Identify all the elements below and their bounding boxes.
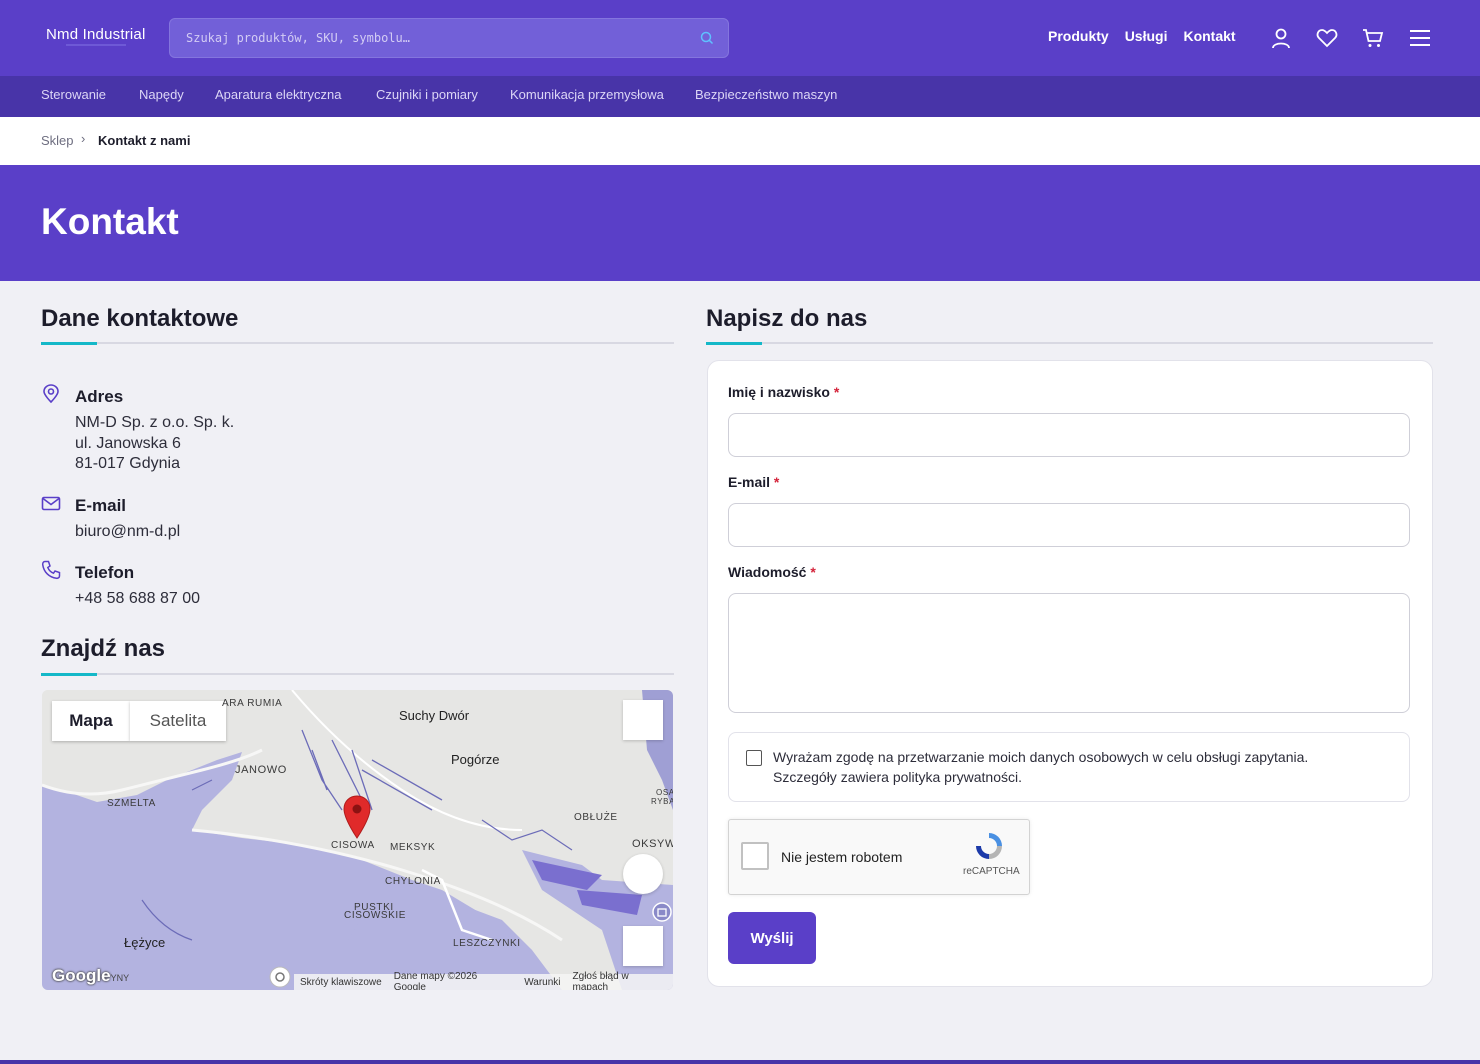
category-napedy[interactable]: Napędy bbox=[139, 87, 184, 102]
address-line-2: ul. Janowska 6 bbox=[75, 435, 181, 452]
name-field-label: Imię i nazwisko * bbox=[728, 384, 840, 400]
contact-section-rule bbox=[41, 342, 674, 344]
recaptcha-logo-icon bbox=[976, 833, 1002, 859]
map-place-cisowa: CISOWA bbox=[331, 840, 375, 851]
email-field-label: E-mail * bbox=[728, 474, 780, 490]
google-logo: GoogleYNY bbox=[52, 966, 130, 985]
map-place-rumia: ARA RUMIA bbox=[222, 698, 283, 709]
category-sterowanie[interactable]: Sterowanie bbox=[41, 87, 106, 102]
map-place-leszczynki: LESZCZYNKI bbox=[453, 938, 521, 949]
museum-icon bbox=[652, 902, 672, 922]
map-keyboard-shortcuts-link[interactable]: Skróty klawiszowe bbox=[300, 977, 382, 988]
search-input[interactable] bbox=[170, 19, 690, 57]
map-section-rule bbox=[41, 673, 674, 675]
address-label: Adres bbox=[75, 387, 124, 406]
map-section-title: Znajdź nas bbox=[41, 635, 166, 662]
map-section-accent bbox=[41, 673, 97, 676]
map-type-satellite-button[interactable]: Satelita bbox=[130, 701, 226, 741]
map-terms-link[interactable]: Warunki bbox=[524, 977, 560, 988]
map-tools-icon[interactable] bbox=[269, 966, 291, 988]
map-place-suchy-dwor: Suchy Dwór bbox=[399, 708, 470, 723]
map-place-oksywie: OKSYW bbox=[632, 838, 673, 850]
address-line-1: NM-D Sp. z o.o. Sp. k. bbox=[75, 414, 235, 431]
email-input[interactable] bbox=[728, 503, 1410, 547]
location-pin-icon bbox=[43, 384, 59, 404]
category-bar: Sterowanie Napędy Aparatura elektryczna … bbox=[0, 76, 1480, 117]
search-bar bbox=[169, 18, 729, 58]
breadcrumb-home[interactable]: Sklep bbox=[41, 133, 74, 148]
page-title: Kontakt bbox=[41, 201, 179, 242]
consent-box: Wyrażam zgodę na przetwarzanie moich dan… bbox=[728, 732, 1410, 802]
form-section-accent bbox=[706, 342, 762, 345]
main-nav: Produkty Usługi Kontakt bbox=[1048, 28, 1236, 44]
recaptcha-checkbox[interactable] bbox=[741, 842, 769, 870]
map-place-osa: OSA bbox=[656, 788, 673, 797]
fullscreen-button[interactable] bbox=[623, 700, 663, 740]
user-icon[interactable] bbox=[1270, 27, 1292, 49]
footer-edge bbox=[0, 1060, 1480, 1064]
map-place-lezyce: Łężyce bbox=[124, 935, 166, 950]
nav-uslugi[interactable]: Usługi bbox=[1125, 28, 1168, 44]
nav-produkty[interactable]: Produkty bbox=[1048, 28, 1109, 44]
message-textarea[interactable] bbox=[728, 593, 1410, 713]
map-place-cisowskie: CISOWSKIE bbox=[344, 910, 407, 921]
street-view-button[interactable] bbox=[623, 854, 663, 894]
submit-button[interactable]: Wyślij bbox=[728, 912, 816, 964]
page-hero: Kontakt bbox=[0, 165, 1480, 281]
map-place-chylonia: CHYLONIA bbox=[385, 876, 441, 887]
map-footer: Skróty klawiszowe Dane mapy ©2026 Google… bbox=[294, 971, 673, 990]
consent-text: Wyrażam zgodę na przetwarzanie moich dan… bbox=[773, 749, 1309, 785]
phone-value[interactable]: +48 58 688 87 00 bbox=[75, 590, 200, 608]
required-marker: * bbox=[810, 564, 816, 580]
menu-icon[interactable] bbox=[1409, 27, 1431, 49]
recaptcha-label: Nie jestem robotem bbox=[781, 849, 903, 865]
name-input[interactable] bbox=[728, 413, 1410, 457]
cart-icon[interactable] bbox=[1362, 27, 1384, 49]
chevron-right-icon: › bbox=[81, 131, 86, 146]
map-marker-icon[interactable] bbox=[342, 795, 372, 839]
recaptcha-widget: Nie jestem robotem reCAPTCHA bbox=[728, 819, 1030, 895]
map-place-meksyk: MEKSYK bbox=[390, 842, 436, 853]
mail-icon bbox=[41, 496, 61, 511]
category-aparatura[interactable]: Aparatura elektryczna bbox=[215, 87, 341, 102]
site-logo[interactable]: Nmd Industrial bbox=[46, 26, 146, 43]
breadcrumb: Sklep › Kontakt z nami bbox=[0, 117, 1480, 165]
contact-section-title: Dane kontaktowe bbox=[41, 305, 239, 332]
category-komunikacja[interactable]: Komunikacja przemysłowa bbox=[510, 87, 664, 102]
map-type-map-button[interactable]: Mapa bbox=[52, 701, 130, 741]
phone-icon bbox=[41, 560, 61, 580]
address-line-3: 81-017 Gdynia bbox=[75, 455, 180, 472]
map-place-obluze: OBŁUŻE bbox=[574, 812, 618, 823]
category-bezpieczenstwo[interactable]: Bezpieczeństwo maszyn bbox=[695, 87, 837, 102]
form-section-rule bbox=[706, 342, 1433, 344]
required-marker: * bbox=[833, 384, 840, 400]
map-data-attribution: Dane mapy ©2026 Google bbox=[393, 971, 478, 990]
email-value[interactable]: biuro@nm-d.pl bbox=[75, 523, 180, 541]
map-place-pogorze: Pogórze bbox=[451, 752, 500, 767]
search-icon[interactable] bbox=[700, 31, 714, 45]
map-place-ryba: RYBA bbox=[651, 797, 673, 806]
email-label: E-mail bbox=[75, 496, 127, 515]
map-report-error-link[interactable]: Zgłoś błąd w mapach bbox=[573, 971, 667, 990]
top-header: Nmd Industrial Produkty Usługi Kontakt bbox=[0, 0, 1480, 76]
nav-kontakt[interactable]: Kontakt bbox=[1183, 28, 1235, 44]
logo-underline bbox=[66, 44, 126, 46]
map-place-janowo: JANOWO bbox=[235, 764, 287, 776]
zoom-control[interactable] bbox=[623, 926, 663, 966]
required-marker: * bbox=[773, 474, 780, 490]
heart-icon[interactable] bbox=[1316, 27, 1338, 49]
breadcrumb-current: Kontakt z nami bbox=[98, 133, 191, 148]
contact-section-accent bbox=[41, 342, 97, 345]
category-czujniki[interactable]: Czujniki i pomiary bbox=[376, 87, 478, 102]
phone-label: Telefon bbox=[75, 563, 135, 582]
message-field-label: Wiadomość * bbox=[728, 564, 816, 580]
map-place-szmelta: SZMELTA bbox=[107, 798, 156, 809]
form-section-title: Napisz do nas bbox=[706, 305, 868, 332]
recaptcha-brand: reCAPTCHA bbox=[963, 866, 1020, 877]
consent-checkbox[interactable] bbox=[746, 750, 762, 766]
google-map[interactable]: Mapa Satelita ARA RUMIA Suchy Dwór Pogór… bbox=[42, 690, 673, 990]
